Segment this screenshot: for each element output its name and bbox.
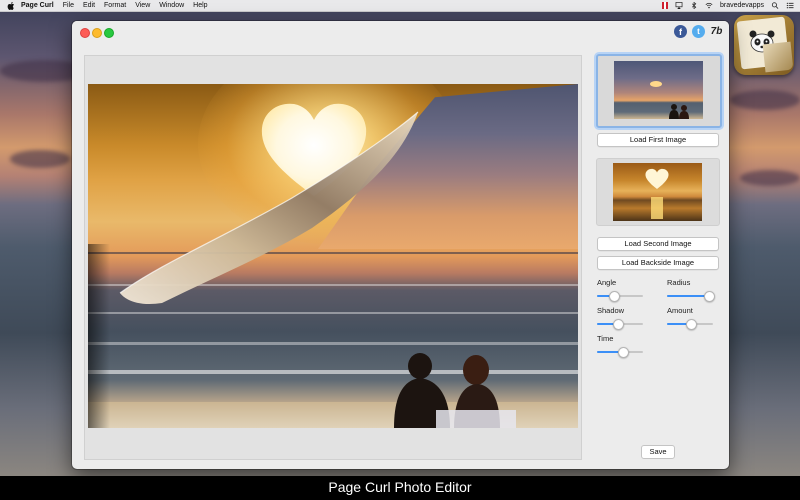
menu-window[interactable]: Window: [159, 2, 184, 9]
amount-label: Amount: [667, 306, 693, 315]
wallpaper-cloud: [730, 90, 800, 110]
slider-knob[interactable]: [608, 291, 620, 302]
menu-bar-status: bravedevapps: [662, 0, 794, 11]
close-button[interactable]: [80, 28, 90, 38]
load-backside-image-button[interactable]: Load Backside Image: [597, 256, 719, 270]
apple-menu-icon[interactable]: [7, 1, 15, 10]
wifi-icon[interactable]: [705, 2, 713, 9]
twitter-icon[interactable]: t: [692, 25, 705, 38]
load-first-image-button[interactable]: Load First Image: [597, 133, 719, 147]
menu-format[interactable]: Format: [104, 2, 126, 9]
wallpaper-cloud: [740, 170, 800, 186]
first-image-thumbnail[interactable]: [596, 54, 722, 128]
second-image-preview: [613, 163, 702, 221]
slider-knob[interactable]: [703, 291, 715, 302]
minimize-button[interactable]: [92, 28, 102, 38]
developer-logo-icon[interactable]: 7b: [710, 25, 723, 38]
menu-edit[interactable]: Edit: [83, 2, 95, 9]
app-icon-curl: [762, 41, 794, 73]
angle-slider[interactable]: [597, 291, 643, 302]
time-label: Time: [597, 334, 614, 343]
load-second-image-button[interactable]: Load Second Image: [597, 237, 719, 251]
thumbnail-couple: [669, 104, 689, 119]
menu-bar: Page Curl File Edit Format View Window H…: [0, 0, 800, 12]
amount-slider[interactable]: [667, 319, 713, 330]
bluetooth-icon[interactable]: [690, 2, 698, 9]
zoom-button[interactable]: [104, 28, 114, 38]
curl-shadow: [88, 244, 110, 428]
input-source-flag-icon[interactable]: [662, 2, 669, 9]
second-image-thumbnail[interactable]: [596, 158, 720, 226]
time-slider[interactable]: [597, 347, 643, 358]
angle-label: Angle: [597, 278, 617, 287]
slider-knob[interactable]: [685, 319, 697, 330]
first-image-preview: [614, 61, 703, 119]
thumbnail-sun-reflection: [651, 197, 663, 219]
page-curl-window: f t 7b Load First Image Load Second Imag…: [72, 21, 729, 469]
wave-line: [88, 312, 578, 314]
menu-app-name[interactable]: Page Curl: [21, 2, 54, 9]
shadow-label: Shadow: [597, 306, 625, 315]
radius-slider[interactable]: [667, 291, 715, 302]
facebook-icon[interactable]: f: [674, 25, 687, 38]
page-curl-preview[interactable]: [88, 84, 578, 428]
airplay-icon[interactable]: [675, 2, 683, 9]
menu-help[interactable]: Help: [193, 2, 207, 9]
menu-file[interactable]: File: [63, 2, 74, 9]
shadow-slider[interactable]: [597, 319, 643, 330]
menu-user-name[interactable]: bravedevapps: [720, 2, 764, 9]
page-curl-app-icon[interactable]: [734, 15, 794, 75]
caption-bar: Page Curl Photo Editor: [0, 476, 800, 500]
canvas-area[interactable]: [84, 55, 582, 460]
radius-label: Radius: [667, 278, 691, 287]
save-button[interactable]: Save: [641, 445, 675, 459]
menu-view[interactable]: View: [135, 2, 150, 9]
notification-center-icon[interactable]: [786, 2, 794, 9]
thumbnail-sun: [650, 81, 662, 87]
page-curl-fold: [119, 111, 419, 304]
title-bar[interactable]: f t 7b: [72, 21, 729, 43]
wave-line: [88, 342, 578, 345]
wallpaper-cloud: [10, 150, 70, 168]
slider-knob[interactable]: [617, 347, 629, 358]
spotlight-search-icon[interactable]: [771, 2, 779, 9]
couple-silhouette: [394, 353, 516, 428]
thumbnail-heart-sun: [645, 168, 669, 189]
slider-knob[interactable]: [613, 319, 625, 330]
